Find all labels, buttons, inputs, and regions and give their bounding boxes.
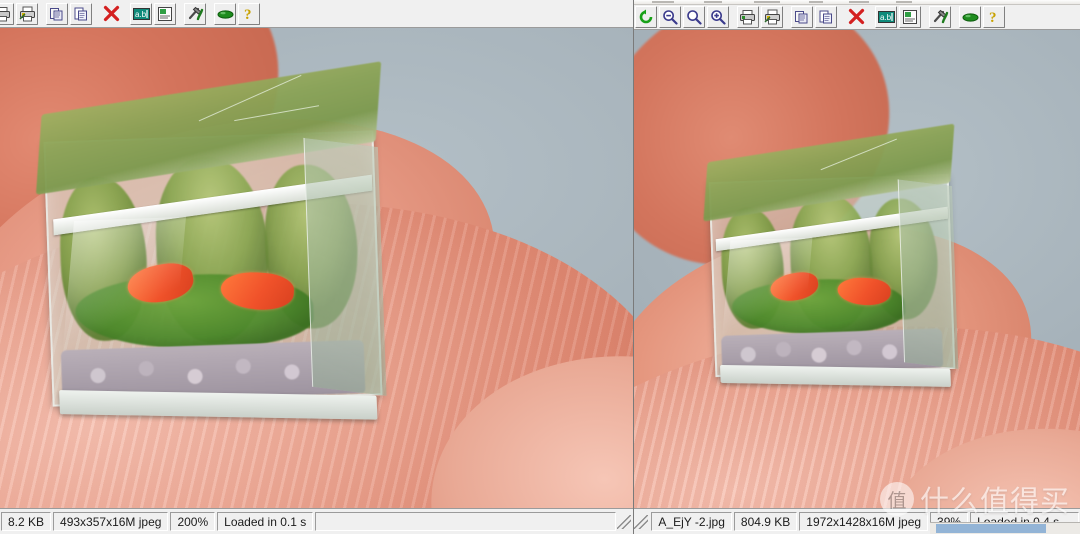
- toolbar-separator: [838, 6, 844, 28]
- document-props-icon[interactable]: [154, 2, 176, 25]
- print-icon[interactable]: [737, 5, 760, 28]
- right-image-pane: a.b ? A_EjY -2.jpg 804.9 KB 1972x1428x16…: [633, 0, 1080, 534]
- ab-textbox-icon[interactable]: a.b: [875, 5, 898, 28]
- aquarium-photo-fit: [634, 30, 1080, 508]
- status-dimensions: 493x357x16M jpeg: [53, 512, 169, 531]
- left-status-bar: 8.2 KB 493x357x16M jpeg 200% Loaded in 0…: [0, 508, 634, 534]
- svg-text:?: ?: [989, 10, 997, 25]
- aquarium-side-panel: [897, 179, 959, 370]
- green-disc-icon[interactable]: [214, 2, 236, 25]
- help-icon[interactable]: ?: [983, 5, 1006, 28]
- toolbar-separator: [93, 3, 99, 25]
- toolbar-separator: [952, 6, 958, 28]
- resize-grip[interactable]: [634, 514, 649, 529]
- aquarium-side-panel: [303, 137, 386, 396]
- zoom-in-icon[interactable]: [707, 5, 730, 28]
- toolbar-separator: [730, 6, 736, 28]
- svg-text:?: ?: [244, 7, 252, 22]
- print-setup-icon[interactable]: [761, 5, 784, 28]
- delete-icon[interactable]: [100, 2, 122, 25]
- document-props-icon[interactable]: [899, 5, 922, 28]
- status-load-time: Loaded in 0.1 s: [217, 512, 314, 531]
- left-image-pane: a.b ? 8.2 KB 493x357x16M jpeg 200% Loade…: [0, 0, 634, 534]
- hammer-icon[interactable]: [929, 5, 952, 28]
- status-file-size: 8.2 KB: [1, 512, 52, 531]
- green-refresh-icon[interactable]: [635, 5, 658, 28]
- svg-text:a.b: a.b: [880, 13, 892, 22]
- right-image-viewport[interactable]: [634, 30, 1080, 508]
- green-disc-icon[interactable]: [959, 5, 982, 28]
- zoom-out-icon[interactable]: [659, 5, 682, 28]
- aquarium-photo-zoomed: [0, 28, 634, 508]
- left-image-viewport[interactable]: [0, 28, 634, 508]
- toolbar-separator: [207, 3, 213, 25]
- dual-pane-viewer: a.b ? 8.2 KB 493x357x16M jpeg 200% Loade…: [0, 0, 1080, 534]
- left-toolbar: a.b ?: [0, 0, 634, 28]
- print-setup-icon[interactable]: [16, 2, 38, 25]
- status-dimensions: 1972x1428x16M jpeg: [799, 512, 929, 531]
- toolbar-separator: [922, 6, 928, 28]
- resize-grip[interactable]: [617, 514, 632, 529]
- miniature-aquarium: [35, 61, 386, 420]
- hammer-icon[interactable]: [184, 2, 206, 25]
- status-spacer: [315, 512, 617, 531]
- status-filename: A_EjY -2.jpg: [651, 512, 732, 531]
- print-icon[interactable]: [0, 2, 14, 25]
- toolbar-separator: [39, 3, 45, 25]
- horizontal-scrollbar[interactable]: [930, 522, 1080, 534]
- paste-icon[interactable]: [70, 2, 92, 25]
- toolbar-separator: [123, 3, 129, 25]
- copy-icon[interactable]: [46, 2, 68, 25]
- help-icon[interactable]: ?: [238, 2, 260, 25]
- ab-textbox-icon[interactable]: a.b: [130, 2, 152, 25]
- copy-icon[interactable]: [791, 5, 814, 28]
- right-toolbar: a.b ?: [634, 0, 1080, 30]
- status-file-size: 804.9 KB: [733, 512, 798, 531]
- zoom-fit-icon[interactable]: [683, 5, 706, 28]
- toolbar-separator: [868, 6, 874, 28]
- paste-icon[interactable]: [815, 5, 838, 28]
- toolbar-separator: [177, 3, 183, 25]
- delete-icon[interactable]: [845, 5, 868, 28]
- svg-text:a.b: a.b: [135, 10, 147, 19]
- status-zoom: 200%: [170, 512, 216, 531]
- right-status-bar: A_EjY -2.jpg 804.9 KB 1972x1428x16M jpeg…: [634, 508, 1080, 534]
- miniature-aquarium: [703, 123, 959, 387]
- toolbar-separator: [784, 6, 790, 28]
